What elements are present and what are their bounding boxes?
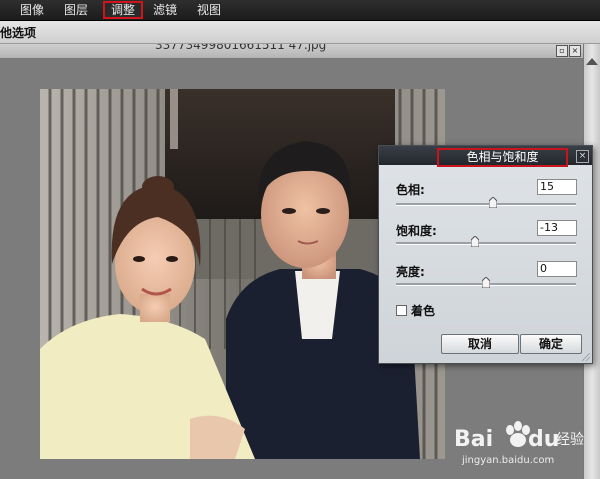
brightness-input[interactable] [537, 261, 577, 277]
document-title: 33773499801661511 47.jpg [155, 44, 327, 52]
dialog-title: 色相与饱和度 [437, 148, 568, 167]
colorize-label: 着色 [411, 304, 436, 318]
cancel-button[interactable]: 取消 [441, 334, 519, 354]
close-icon[interactable]: × [569, 45, 581, 57]
brightness-slider-thumb[interactable] [482, 277, 490, 288]
scroll-up-icon[interactable] [586, 58, 598, 65]
options-bar: 他选项 [0, 21, 600, 44]
resize-grip-icon[interactable] [582, 353, 590, 361]
menu-bar: 图像 图层 调整 滤镜 视图 [0, 0, 600, 21]
restore-icon[interactable]: ▫ [556, 45, 568, 57]
dialog-titlebar[interactable]: 色相与饱和度 × [379, 146, 592, 167]
hue-saturation-dialog: 色相与饱和度 × 色相: 饱和度: 亮度: 着色 取消 确定 [378, 145, 593, 364]
menu-view[interactable]: 视图 [191, 1, 227, 19]
saturation-slider-track[interactable] [396, 242, 576, 245]
menu-adjust[interactable]: 调整 [103, 1, 144, 19]
ok-button[interactable]: 确定 [520, 334, 582, 354]
watermark-url: jingyan.baidu.com [462, 455, 555, 466]
svg-text:Bai: Bai [454, 427, 493, 452]
svg-text:du: du [528, 427, 559, 452]
options-bar-label: 他选项 [0, 26, 37, 40]
saturation-input[interactable] [537, 220, 577, 236]
menu-image[interactable]: 图像 [14, 1, 50, 19]
brightness-label: 亮度: [396, 265, 425, 279]
dialog-close-icon[interactable]: × [576, 150, 589, 163]
menu-layer[interactable]: 图层 [58, 1, 94, 19]
saturation-slider-thumb[interactable] [471, 236, 479, 247]
hue-slider-thumb[interactable] [489, 197, 497, 208]
document-titlebar[interactable]: 33773499801661511 47.jpg ▫ × [0, 44, 583, 59]
hue-slider-track[interactable] [396, 203, 576, 206]
colorize-checkbox[interactable] [396, 305, 407, 316]
saturation-label: 饱和度: [396, 224, 437, 238]
hue-label: 色相: [396, 183, 425, 197]
svg-text:经验: 经验 [556, 432, 584, 448]
hue-input[interactable] [537, 179, 577, 195]
menu-filter[interactable]: 滤镜 [147, 1, 183, 19]
